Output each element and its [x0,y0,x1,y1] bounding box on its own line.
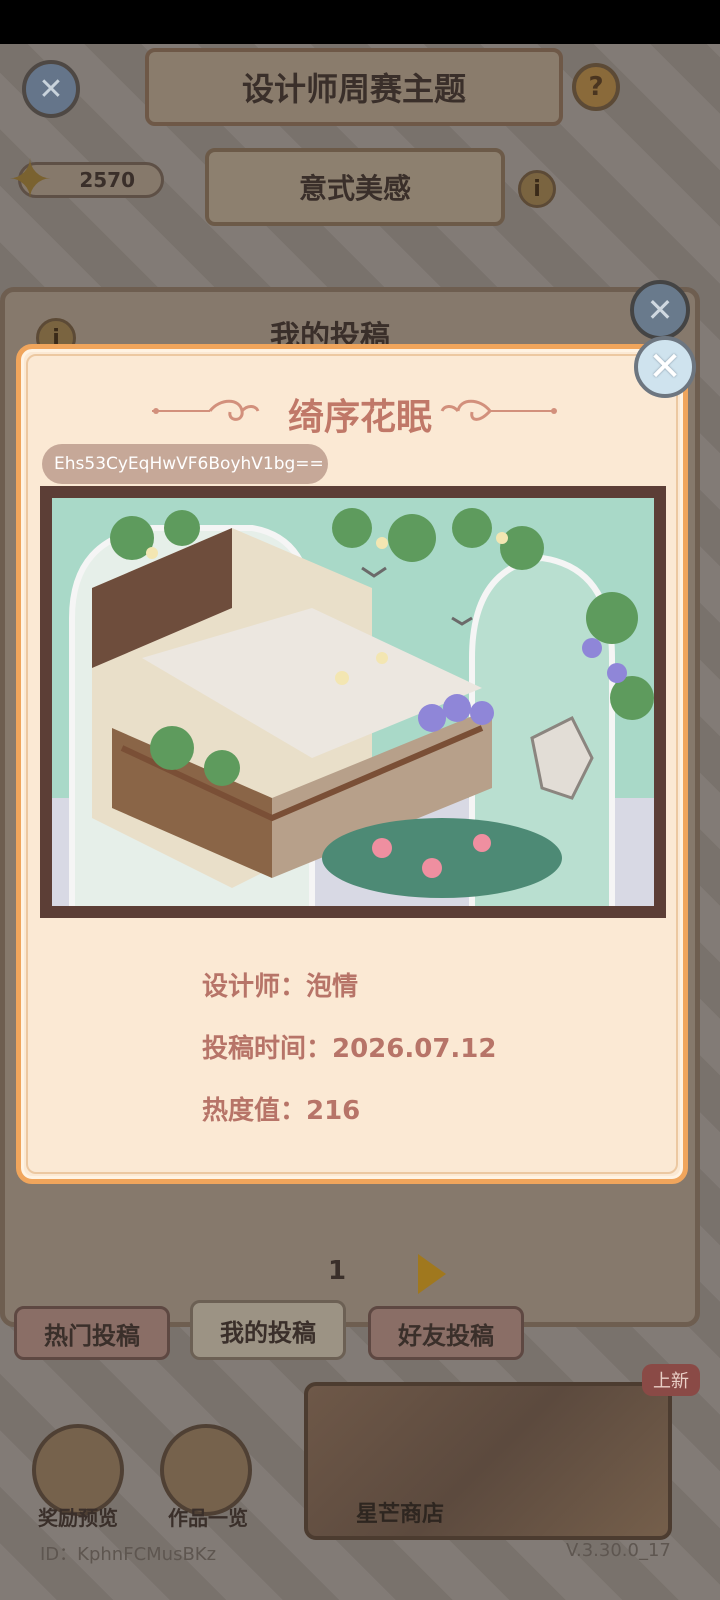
help-button[interactable]: ? [572,63,620,111]
close-icon: ✕ [38,71,64,107]
submission-time: 投稿时间：2026.07.12 [202,1034,497,1064]
tab-my-submissions[interactable]: 我的投稿 [190,1300,346,1360]
next-arrow-icon[interactable] [418,1254,446,1294]
tab-friend-submissions[interactable]: 好友投稿 [368,1306,524,1360]
heat-value: 热度值：216 [202,1096,361,1126]
user-id: ID：KphnFCMusBKz [40,1544,217,1565]
tab-hot-submissions[interactable]: 热门投稿 [14,1306,170,1360]
contest-title: 设计师周赛主题 [145,48,563,126]
designer-info: 设计师：泡情 [202,972,359,1002]
reward-preview-label: 奖励预览 [38,1506,118,1530]
close-icon: ✕ [648,344,682,390]
share-code-pill[interactable]: Ehs53CyEqHwVF6BoyhV1bg== [42,444,328,484]
title-ornament-right [440,399,557,421]
design-artwork-image [52,498,654,906]
star-shop-label: 星芒商店 [355,1502,444,1527]
design-artwork-frame [40,486,666,918]
close-icon: ✕ [646,291,674,329]
works-overview-label: 作品一览 [168,1506,248,1530]
modal-close-button[interactable]: ✕ [634,336,696,398]
new-badge: 上新 [642,1364,700,1396]
info-icon: i [533,176,541,202]
page-number: 1 [327,1256,347,1286]
question-icon: ? [588,72,604,102]
contest-theme: 意式美感 [205,148,505,226]
panel-close-button[interactable]: ✕ [630,280,690,340]
background-close-button[interactable]: ✕ [22,60,80,118]
version-label: V.3.30.0_17 [566,1540,671,1561]
theme-info-button[interactable]: i [518,170,556,208]
status-bar [0,0,720,44]
star-icon: ✦ [7,148,53,211]
